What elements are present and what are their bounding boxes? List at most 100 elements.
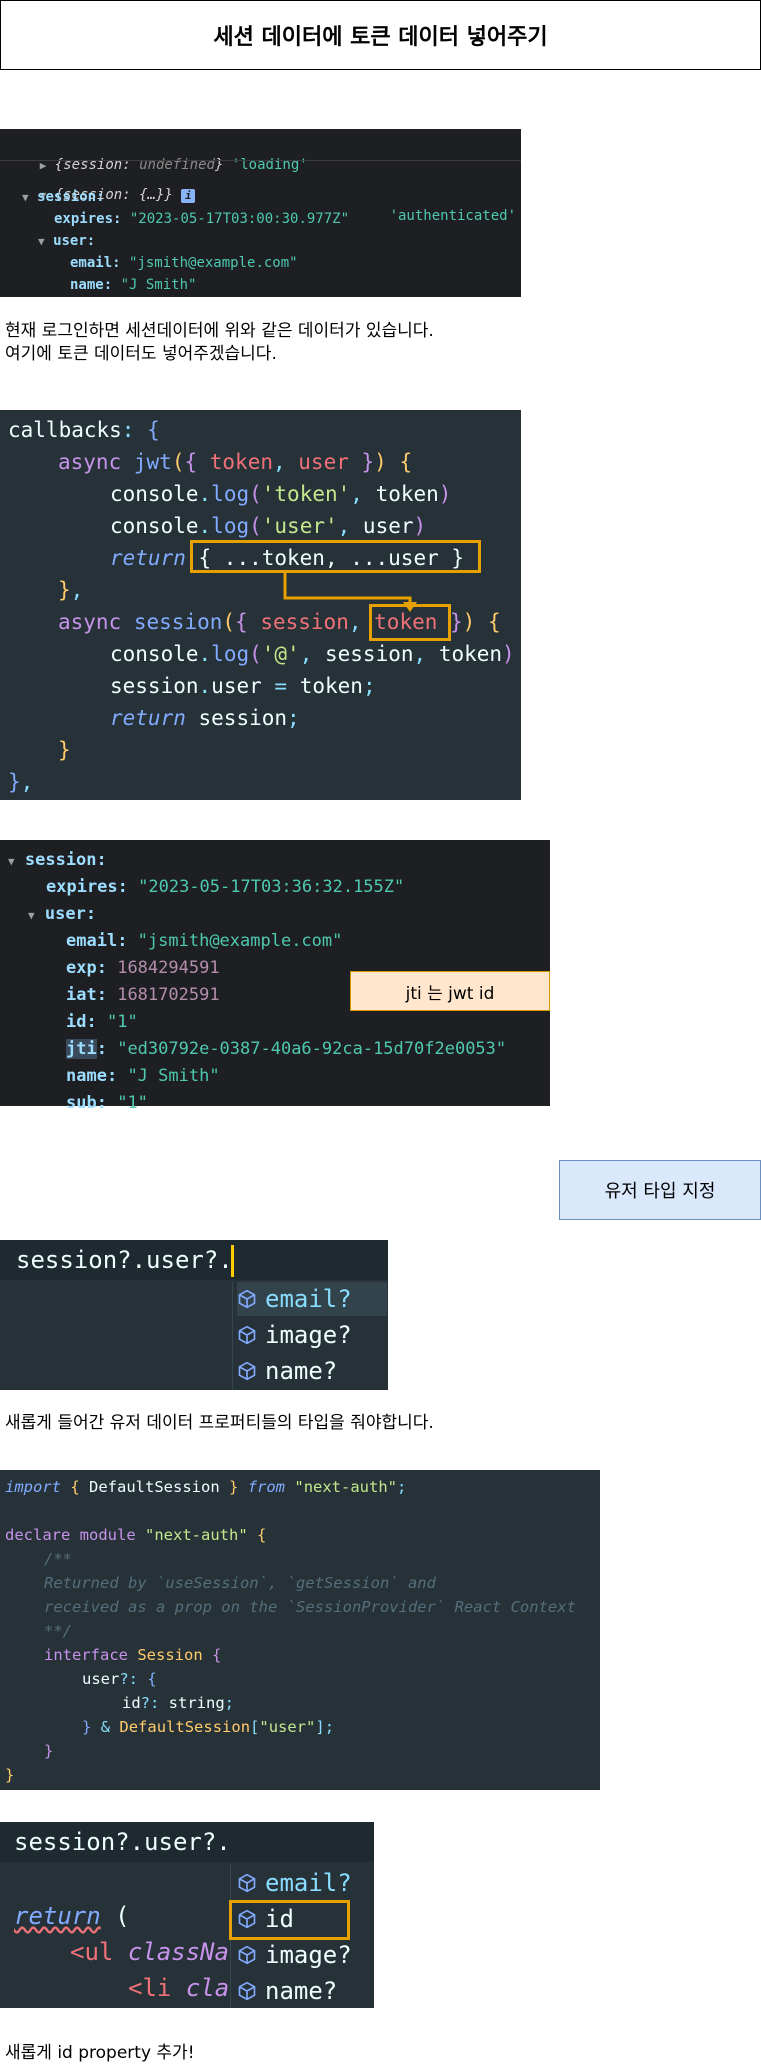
description-2-text: 새롭게 들어간 유저 데이터 프로퍼티들의 타입을 줘야합니다. <box>5 1413 434 1433</box>
code2-comment-1: /** <box>44 1550 72 1568</box>
tag-li: <li <box>128 1974 172 2002</box>
key-sub: sub <box>66 1093 97 1113</box>
return-session: session <box>198 706 288 730</box>
arg-token: token <box>375 482 439 506</box>
suggestion-label: name? <box>265 1357 338 1385</box>
property-cube-icon <box>238 1289 256 1309</box>
arg-session: session <box>325 642 414 666</box>
code-editor-type-declaration: import { DefaultSession } from "next-aut… <box>0 1470 600 1790</box>
collapsed-object: {…} <box>139 187 165 203</box>
key-jti: jti <box>66 1039 97 1059</box>
string-token: 'token' <box>261 482 351 506</box>
property-cube-icon <box>238 1325 256 1345</box>
session-row[interactable]: ▼ session: <box>8 848 107 874</box>
collapse-triangle-icon[interactable]: ▼ <box>38 235 45 248</box>
description-3-text: 새롭게 id property 추가! <box>5 2043 195 2063</box>
key-user: user <box>53 233 87 249</box>
key-session: session <box>24 850 97 870</box>
code-line-6: }, <box>58 578 84 602</box>
description-2: 새롭게 들어간 유저 데이터 프로퍼티들의 타입을 줘야합니다. <box>5 1412 755 1435</box>
collapse-triangle-icon[interactable]: ▼ <box>8 855 15 868</box>
suggestion-image[interactable]: image? <box>237 1318 387 1352</box>
text-cursor <box>231 1245 234 1277</box>
description-1-line2: 여기에 토큰 데이터도 넣어주겠습니다. <box>5 344 277 364</box>
code-input-line[interactable]: session?.user?. <box>16 1246 233 1274</box>
description-3: 새롭게 id property 추가! <box>5 2042 755 2065</box>
iat-row: iat: 1681702591 <box>66 985 220 1005</box>
string-user-index: "user" <box>259 1718 316 1736</box>
value-jti: "ed30792e-0387-40a6-92ca-15d70f2e0053" <box>117 1039 507 1059</box>
key-expires: expires <box>46 877 118 897</box>
sep: : <box>122 187 140 203</box>
ident-default-session: DefaultSession <box>89 1478 220 1496</box>
code2-comment-3: received as a prop on the `SessionProvid… <box>44 1598 576 1616</box>
param-session: session <box>260 610 349 634</box>
collapse-triangle-icon[interactable]: ▼ <box>22 191 29 204</box>
name-row: name: "J Smith" <box>70 277 197 293</box>
key-id: id <box>66 1012 87 1032</box>
prop-user: user <box>82 1670 120 1688</box>
code2-line-1: import { DefaultSession } from "next-aut… <box>5 1478 407 1496</box>
ident-default-session: DefaultSession <box>119 1718 251 1736</box>
user-row[interactable]: ▼ user: <box>38 231 95 252</box>
code-input-line[interactable]: session?.user?. <box>14 1828 231 1856</box>
key-name: name <box>70 277 104 293</box>
obj-console: console <box>110 514 199 538</box>
keyword-from: from <box>247 1478 286 1496</box>
expires-row: expires: "2023-05-17T03:36:32.155Z" <box>46 877 405 897</box>
expires-row: expires: "2023-05-17T03:00:30.977Z" <box>54 211 350 227</box>
keyword-import: import <box>5 1478 61 1496</box>
session-row[interactable]: ▼ session: <box>22 187 105 208</box>
suggestion-image[interactable]: image? <box>237 1938 373 1972</box>
fn-session: session <box>133 610 223 634</box>
id-row: id: "1" <box>66 1012 138 1032</box>
code2-line-close-iface: } <box>44 1742 54 1760</box>
suggestion-email[interactable]: email? <box>237 1282 387 1316</box>
code-line-8: console.log('@', session, token) <box>110 642 515 666</box>
keyword-interface: interface <box>44 1646 128 1664</box>
code-line-4: console.log('user', user) <box>110 514 427 538</box>
key-session: session <box>37 189 97 205</box>
prop-user: user <box>211 674 262 698</box>
code-line-11: } <box>58 738 71 762</box>
property-cube-icon <box>238 1361 256 1381</box>
email-row: email: "jsmith@example.com" <box>70 255 298 271</box>
suggestion-email[interactable]: email? <box>237 1866 373 1900</box>
arg-user: user <box>362 514 414 538</box>
value-email: "jsmith@example.com" <box>137 931 343 951</box>
comment-text: received as a prop on the `SessionProvid… <box>44 1598 576 1616</box>
divider <box>0 160 521 161</box>
ident-session: Session <box>137 1646 203 1664</box>
email-row: email: "jsmith@example.com" <box>66 931 343 951</box>
string-at: '@' <box>261 642 300 666</box>
suggestion-label: email? <box>265 1285 352 1313</box>
keyword-async: async <box>58 610 122 634</box>
arrow-connector-icon <box>283 572 417 612</box>
code-li-line: <li cla <box>128 1974 229 2002</box>
attr-classname: classNa <box>127 1938 229 1966</box>
info-icon[interactable]: i <box>181 189 196 203</box>
value-exp: 1684294591 <box>117 958 220 978</box>
key-expires: expires <box>54 211 114 227</box>
section-tag-text: 유저 타입 지정 <box>604 1181 716 1202</box>
status-authenticated: 'authenticated' <box>389 208 516 224</box>
autocomplete-panel-2: session?.user?. return ( <ul classNa <li… <box>0 1822 374 2008</box>
input-text: session?.user?. <box>16 1246 233 1274</box>
obj-session: session <box>110 674 199 698</box>
brace-close: } <box>164 187 173 203</box>
autocomplete-panel-1: session?.user?. email? image? name? <box>0 1240 388 1390</box>
suggestion-name[interactable]: name? <box>237 1354 387 1388</box>
code2-comment-4: **/ <box>44 1622 72 1640</box>
code2-line-interface: interface Session { <box>44 1646 222 1664</box>
keyword-return: return <box>110 706 186 730</box>
highlight-id-suggestion-box <box>229 1900 350 1940</box>
user-row[interactable]: ▼ user: <box>28 902 96 928</box>
code2-line-3: declare module "next-auth" { <box>5 1526 267 1544</box>
property-cube-icon <box>238 1981 256 2001</box>
suggestion-label: name? <box>265 1977 338 2005</box>
value-expires: "2023-05-17T03:36:32.155Z" <box>138 877 405 897</box>
name-row: name: "J Smith" <box>66 1066 220 1086</box>
collapse-triangle-icon[interactable]: ▼ <box>28 909 35 922</box>
suggestion-name[interactable]: name? <box>237 1974 373 2008</box>
key-iat: iat <box>66 985 97 1005</box>
